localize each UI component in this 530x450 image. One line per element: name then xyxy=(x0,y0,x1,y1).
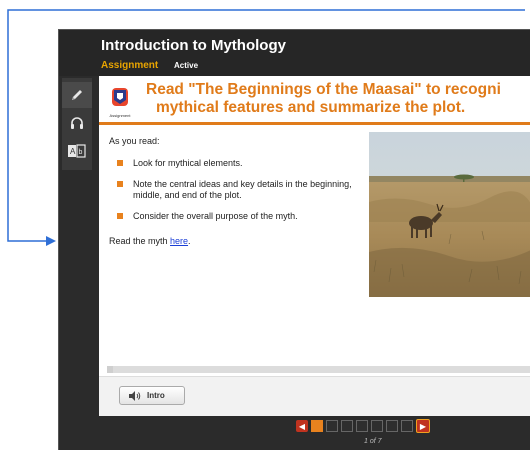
page-dot-6[interactable] xyxy=(386,420,398,432)
instruction-list: Look for mythical elements. Note the cen… xyxy=(109,158,359,222)
heading-line-1: Read "The Beginnings of the Maasai" to r… xyxy=(146,81,501,98)
heading-line-2: mythical features and summarize the plot… xyxy=(156,99,466,116)
savanna-photo xyxy=(369,132,530,297)
intro-audio-button[interactable]: Intro xyxy=(119,386,185,405)
app-header: Introduction to Mythology Assignment Act… xyxy=(59,30,530,76)
speaker-icon xyxy=(129,390,141,401)
assignment-badge-label: Assignment xyxy=(109,113,131,118)
bullet-icon xyxy=(117,181,123,187)
instructions-intro: As you read: xyxy=(109,136,160,146)
horizontal-scrollbar[interactable] xyxy=(107,366,530,373)
bullet-icon xyxy=(117,213,123,219)
title-divider xyxy=(99,122,530,125)
page-dot-4[interactable] xyxy=(356,420,368,432)
scroll-left-icon[interactable] xyxy=(107,366,113,373)
course-title: Introduction to Mythology xyxy=(101,37,286,54)
page-count: 1 of 7 xyxy=(364,438,382,445)
page-dot-3[interactable] xyxy=(341,420,353,432)
read-suffix: . xyxy=(188,236,191,246)
myth-link[interactable]: here xyxy=(170,236,188,246)
status-label: Active xyxy=(174,61,199,70)
page-dot-1[interactable] xyxy=(311,420,323,432)
page-dot-2[interactable] xyxy=(326,420,338,432)
previous-page-icon[interactable]: ◀ xyxy=(296,420,308,432)
list-item: Consider the overall purpose of the myth… xyxy=(109,211,359,222)
tool-sidebar: Ab xyxy=(62,78,92,170)
svg-text:b: b xyxy=(79,149,83,156)
lesson-title-bar: Assignment Read "The Beginnings of the M… xyxy=(99,76,530,120)
assignment-label: Assignment xyxy=(101,60,159,71)
list-item-text: Look for mythical elements. xyxy=(133,158,243,168)
read-myth-line: Read the myth here. xyxy=(109,236,359,246)
translate-icon[interactable]: Ab xyxy=(62,138,92,164)
lesson-window: Introduction to Mythology Assignment Act… xyxy=(58,29,530,450)
page-navigator: ◀ ▶ xyxy=(296,419,430,433)
lesson-heading: Read "The Beginnings of the Maasai" to r… xyxy=(146,81,530,117)
instructions: As you read: Look for mythical elements.… xyxy=(109,136,359,255)
list-item: Note the central ideas and key details i… xyxy=(109,179,359,201)
list-item: Look for mythical elements. xyxy=(109,158,359,169)
read-prefix: Read the myth xyxy=(109,236,171,246)
lesson-content: Assignment Read "The Beginnings of the M… xyxy=(99,76,530,416)
page-dot-7[interactable] xyxy=(401,420,413,432)
list-item-text: Consider the overall purpose of the myth… xyxy=(133,211,298,221)
pencil-icon[interactable] xyxy=(62,82,92,108)
bullet-icon xyxy=(117,160,123,166)
next-page-icon[interactable]: ▶ xyxy=(416,419,430,433)
list-item-text: Note the central ideas and key details i… xyxy=(133,179,352,200)
content-footer: Intro xyxy=(99,376,530,416)
headphones-icon[interactable] xyxy=(62,110,92,136)
svg-text:A: A xyxy=(70,147,76,156)
page-dot-5[interactable] xyxy=(371,420,383,432)
intro-button-label: Intro xyxy=(147,391,165,400)
assignment-badge-icon xyxy=(112,88,128,106)
